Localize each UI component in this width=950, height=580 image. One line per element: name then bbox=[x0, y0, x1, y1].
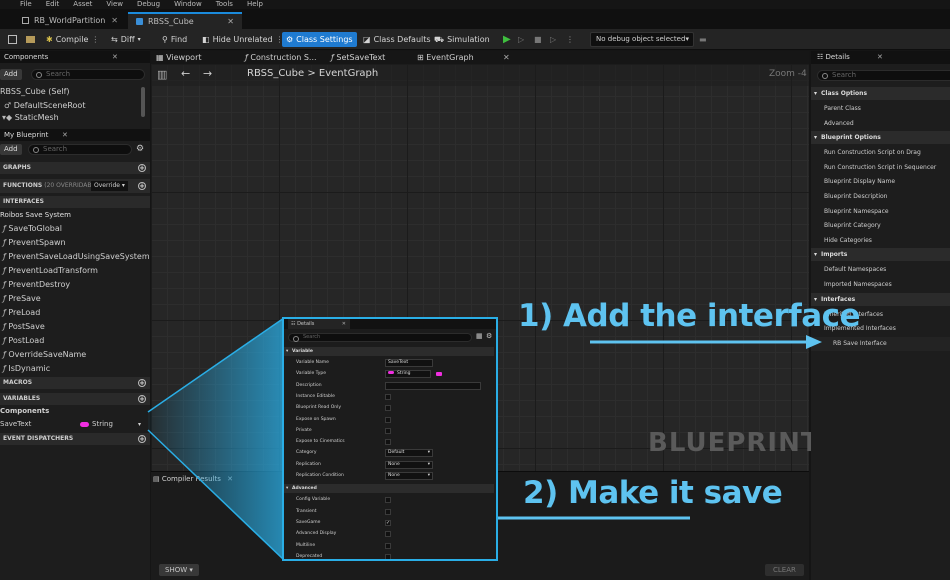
zoom-row-label: Multiline bbox=[296, 542, 316, 548]
zoomed-details-inset: ☷ Details ✕ Search ▦ ⚙ ▾ Variable Variabl… bbox=[282, 317, 498, 561]
zoom-section-title: Advanced bbox=[292, 486, 317, 492]
zoom-details-row: Multiline bbox=[284, 541, 494, 551]
zoom-section-header[interactable]: ▾ Variable bbox=[284, 347, 494, 356]
zoom-row-checkbox[interactable] bbox=[385, 393, 391, 400]
zoom-row-label: SaveGame bbox=[296, 519, 321, 525]
grid-view-icon[interactable]: ▦ bbox=[476, 332, 483, 340]
zoom-row-checkbox[interactable] bbox=[385, 427, 391, 434]
zoom-row-checkbox[interactable] bbox=[385, 405, 391, 412]
zoom-row-label: Config Variable bbox=[296, 497, 331, 503]
gear-icon[interactable]: ⚙ bbox=[486, 332, 492, 340]
zoom-row-label: Private bbox=[296, 427, 312, 433]
zoom-row-label: Replication Condition bbox=[296, 473, 344, 478]
zoom-row-value[interactable]: Default ▾ bbox=[385, 449, 433, 458]
zoom-row-checkbox[interactable] bbox=[385, 531, 391, 538]
zoom-section-header[interactable]: ▾ Advanced bbox=[284, 484, 494, 494]
chevron-down-icon: ▾ bbox=[286, 349, 289, 354]
zoom-details-row: Replication Condition None ▾ bbox=[284, 471, 494, 481]
zoom-row-value-text: None bbox=[388, 473, 400, 478]
zoom-row-value[interactable]: String bbox=[385, 370, 442, 379]
zoom-row-value[interactable]: None ▾ bbox=[385, 460, 433, 469]
zoom-row-label: Replication bbox=[296, 461, 321, 467]
chevron-down-icon: ▾ bbox=[427, 461, 430, 467]
zoom-details-row: Description bbox=[284, 381, 494, 391]
zoom-details-row: Instance Editable bbox=[284, 392, 494, 402]
zoom-row-checkbox[interactable]: ✓ bbox=[385, 519, 391, 526]
annotation-add-interface: 1) Add the interface bbox=[518, 298, 861, 334]
zoom-row-checkbox[interactable] bbox=[385, 416, 391, 423]
zoom-row-label: Transient bbox=[296, 508, 317, 514]
zoom-details-row: Transient bbox=[284, 507, 494, 517]
zoom-row-label: Blueprint Read Only bbox=[296, 405, 342, 411]
zoom-details-row: Blueprint Read Only bbox=[284, 403, 494, 413]
zoom-row-checkbox[interactable] bbox=[385, 542, 391, 549]
zoom-row-value-text: SaveText bbox=[388, 360, 409, 365]
zoom-section-title: Variable bbox=[292, 349, 313, 354]
zoom-row-checkbox[interactable] bbox=[385, 497, 391, 504]
zoom-row-label: Variable Type bbox=[296, 371, 326, 377]
zoom-details-row: Config Variable bbox=[284, 495, 494, 505]
container-type-icon[interactable] bbox=[436, 372, 442, 377]
zoom-row-label: Deprecated bbox=[296, 553, 323, 559]
string-pin-icon bbox=[388, 371, 394, 375]
zoom-details-row: Variable Type String bbox=[284, 369, 494, 379]
annotation-make-it-save: 2) Make it save bbox=[523, 475, 783, 511]
zoom-row-label: Expose on Spawn bbox=[296, 416, 336, 422]
zoom-details-row: Private bbox=[284, 426, 494, 436]
zoom-row-value-text: Default bbox=[388, 450, 405, 456]
zoom-details-row: Expose to Cinematics bbox=[284, 437, 494, 447]
zoom-details-row: Expose on Spawn bbox=[284, 415, 494, 425]
zoom-details-row: Deprecated bbox=[284, 552, 494, 559]
zoom-details-title: Details bbox=[297, 321, 315, 327]
zoom-row-value-text: None bbox=[388, 461, 400, 467]
callout-wedge-shape bbox=[148, 318, 284, 560]
zoom-row-label: Description bbox=[296, 382, 322, 388]
zoom-row-label: Expose to Cinematics bbox=[296, 439, 345, 445]
close-icon[interactable]: ✕ bbox=[342, 319, 346, 329]
zoom-row-value-text: String bbox=[397, 371, 411, 377]
chevron-down-icon: ▾ bbox=[427, 473, 430, 478]
zoom-row-checkbox[interactable] bbox=[385, 439, 391, 446]
zoom-row-value[interactable] bbox=[385, 381, 481, 390]
chevron-down-icon: ▾ bbox=[286, 486, 289, 492]
zoom-details-header: ☷ Details ✕ bbox=[284, 319, 496, 329]
zoom-details-body: ▾ Variable Variable Name SaveText Variable … bbox=[284, 347, 496, 559]
chevron-down-icon: ▾ bbox=[427, 450, 430, 456]
zoom-details-tab[interactable]: ☷ Details ✕ bbox=[288, 319, 350, 329]
zoom-details-row: Advanced Display bbox=[284, 529, 494, 539]
zoom-row-label: Instance Editable bbox=[296, 393, 335, 399]
zoom-row-label: Variable Name bbox=[296, 360, 329, 365]
zoom-details-row: Category Default ▾ bbox=[284, 448, 494, 458]
zoom-row-label: Category bbox=[296, 450, 317, 456]
zoom-row-label: Advanced Display bbox=[296, 531, 337, 537]
zoom-details-row: SaveGame ✓ bbox=[284, 518, 494, 528]
zoom-details-search-input[interactable]: Search bbox=[288, 333, 472, 342]
zoom-details-row: Variable Name SaveText bbox=[284, 358, 494, 368]
zoom-row-value[interactable]: SaveText bbox=[385, 359, 433, 367]
zoom-row-checkbox[interactable] bbox=[385, 508, 391, 515]
zoom-row-checkbox[interactable] bbox=[385, 553, 391, 559]
zoom-details-row: Replication None ▾ bbox=[284, 460, 494, 470]
zoom-row-value[interactable]: None ▾ bbox=[385, 472, 433, 480]
arrow-to-interface-head bbox=[806, 335, 822, 349]
